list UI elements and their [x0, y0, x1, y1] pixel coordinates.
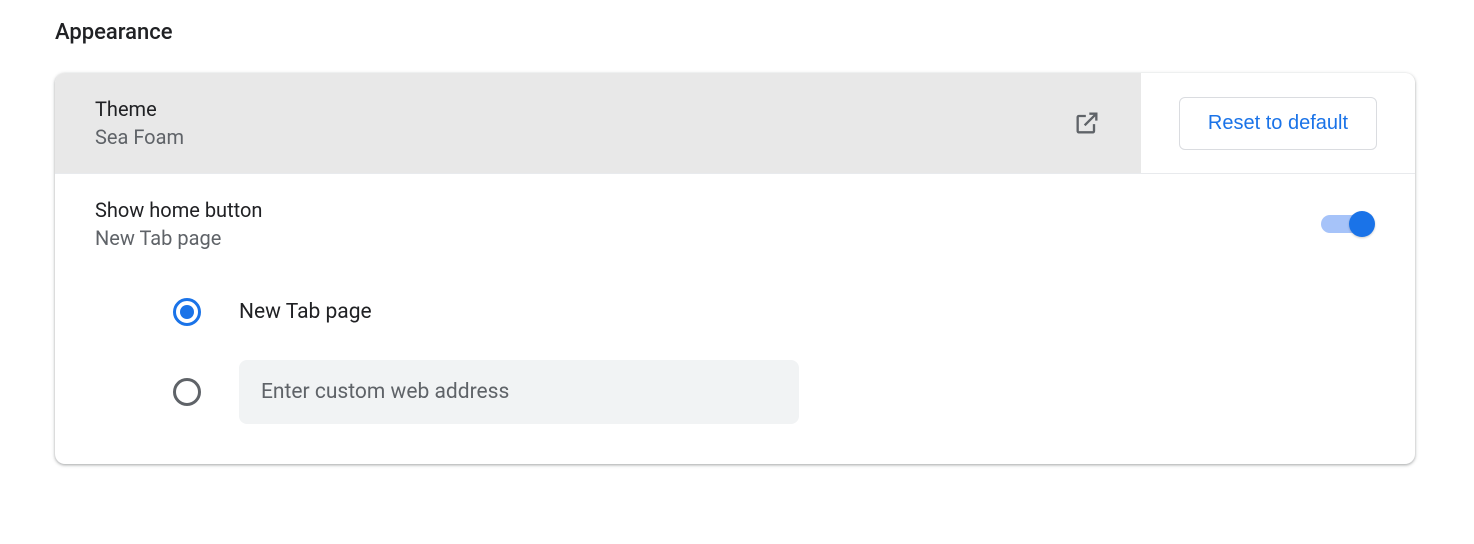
custom-web-address-input[interactable]	[239, 360, 799, 424]
radio-new-tab-label: New Tab page	[239, 300, 372, 324]
open-external-icon	[1073, 109, 1101, 137]
home-page-radio-group: New Tab page	[55, 268, 1415, 464]
show-home-button-toggle[interactable]	[1321, 210, 1375, 238]
section-title: Appearance	[55, 20, 1474, 45]
theme-link-area[interactable]: Theme Sea Foam	[55, 73, 1141, 173]
reset-cell: Reset to default	[1141, 73, 1415, 173]
radio-row-new-tab: New Tab page	[173, 280, 1375, 344]
radio-new-tab-page[interactable]	[173, 298, 201, 326]
radio-custom-address[interactable]	[173, 378, 201, 406]
appearance-card: Theme Sea Foam Reset to default Show hom…	[55, 73, 1415, 464]
show-home-button-label: Show home button	[95, 198, 262, 222]
reset-to-default-button[interactable]: Reset to default	[1179, 97, 1377, 150]
theme-value: Sea Foam	[95, 125, 184, 149]
radio-row-custom	[173, 360, 1375, 424]
show-home-button-value: New Tab page	[95, 226, 262, 250]
show-home-button-row: Show home button New Tab page	[55, 174, 1415, 268]
theme-row: Theme Sea Foam Reset to default	[55, 73, 1415, 174]
theme-label: Theme	[95, 97, 184, 121]
